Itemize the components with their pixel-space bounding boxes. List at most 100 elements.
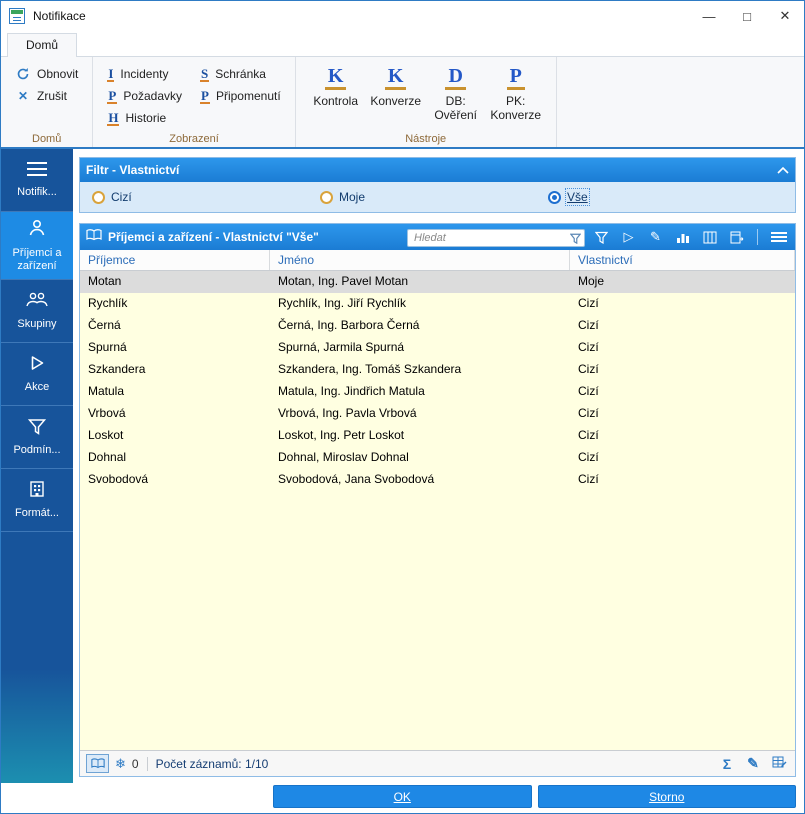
ribbon-group-nastroje: K Kontrola K Konverze D DB: Ověření P PK… — [296, 57, 557, 147]
book-toggle-button[interactable] — [86, 754, 109, 773]
sidebar-item-format[interactable]: Formát... — [1, 469, 73, 533]
table-row[interactable]: Szkandera Szkandera, Ing. Tomáš Szkandera… — [80, 359, 795, 381]
filter-icon — [27, 418, 47, 440]
search-filter-icon[interactable] — [569, 231, 582, 249]
sidebar: Notifik... Příjemci a zařízení Skupiny A… — [1, 149, 73, 783]
pozadavky-icon: P — [107, 87, 118, 104]
chart-icon[interactable] — [672, 228, 693, 246]
pk-konverze-icon: P — [506, 65, 525, 90]
column-header-vlastnictvi[interactable]: Vlastnictví — [570, 250, 795, 270]
table-cell: Moje — [578, 274, 605, 288]
table-row[interactable]: Černá Černá, Ing. Barbora Černá Cizí — [80, 315, 795, 337]
historie-label: Historie — [125, 111, 167, 125]
pripomenuti-button[interactable]: P Připomenutí — [196, 85, 285, 107]
table-cell: Černá — [88, 318, 121, 332]
table-cell: Loskot, Ing. Petr Loskot — [278, 428, 405, 442]
ribbon-group-domu: Obnovit ✕ Zrušit Domů — [1, 57, 94, 147]
window-title: Notifikace — [33, 9, 86, 23]
storno-button[interactable]: Storno — [537, 785, 796, 808]
table-row[interactable]: Loskot Loskot, Ing. Petr Loskot Cizí — [80, 425, 795, 447]
tab-domu[interactable]: Domů — [7, 33, 78, 57]
table-cell: Dohnal — [88, 450, 127, 464]
schranka-button[interactable]: S Schránka — [196, 63, 285, 85]
radio-vse[interactable]: Vše — [548, 188, 776, 206]
ribbon-group-label: Domů — [32, 133, 62, 145]
kontrola-button[interactable]: K Kontrola — [306, 63, 366, 123]
pk-konverze-button[interactable]: P PK: Konverze — [486, 63, 546, 123]
sidebar-item-skupiny[interactable]: Skupiny — [1, 280, 73, 344]
refresh-button[interactable]: Obnovit — [11, 63, 82, 85]
columns-icon[interactable] — [699, 228, 720, 246]
sum-icon[interactable]: Σ — [717, 756, 737, 772]
column-header-prijemce[interactable]: Příjemce — [80, 250, 270, 270]
search-box — [407, 228, 585, 249]
ok-button[interactable]: OK — [273, 785, 532, 808]
sidebar-item-label: Skupiny — [17, 318, 57, 331]
ribbon-group-label: Nástroje — [405, 133, 447, 145]
snowflake-icon[interactable]: ❄ — [115, 756, 126, 772]
cancel-label: Zrušit — [37, 89, 67, 103]
maximize-button[interactable]: □ — [728, 1, 766, 31]
sidebar-item-podminky[interactable]: Podmín... — [1, 406, 73, 470]
table-cell: Rychlík — [88, 296, 128, 310]
menu-icon[interactable] — [768, 228, 789, 246]
table-cell: Motan, Ing. Pavel Motan — [278, 274, 409, 288]
sidebar-item-akce[interactable]: Akce — [1, 343, 73, 407]
snowflake-count: 0 — [131, 756, 139, 771]
grid-edit-icon[interactable] — [769, 756, 789, 772]
konverze-icon: K — [384, 65, 407, 90]
table-row[interactable]: Spurná Spurná, Jarmila Spurná Cizí — [80, 337, 795, 359]
table-row[interactable]: Rychlík Rychlík, Ing. Jiří Rychlík Cizí — [80, 293, 795, 315]
table-panel-header: Příjemci a zařízení - Vlastnictví "Vše" … — [80, 224, 795, 250]
table-row[interactable]: Dohnal Dohnal, Miroslav Dohnal Cizí — [80, 447, 795, 469]
table-row[interactable]: Motan Motan, Ing. Pavel Motan Moje — [80, 271, 795, 293]
minimize-button[interactable]: — — [690, 1, 728, 31]
export-icon[interactable] — [726, 228, 747, 246]
sidebar-item-prijemci-a-zarizeni[interactable]: Příjemci a zařízení — [1, 212, 73, 281]
search-input[interactable] — [407, 229, 585, 247]
table-row[interactable]: Svobodová Svobodová, Jana Svobodová Cizí — [80, 469, 795, 491]
table-cell: Cizí — [578, 362, 599, 376]
schranka-label: Schránka — [215, 67, 266, 81]
filter-panel-header[interactable]: Filtr - Vlastnictví — [80, 158, 795, 182]
table-cell: Cizí — [578, 406, 599, 420]
table-cell: Cizí — [578, 450, 599, 464]
db-overeni-button[interactable]: D DB: Ověření — [426, 63, 486, 123]
table-row[interactable]: Matula Matula, Ing. Jindřich Matula Cizí — [80, 381, 795, 403]
konverze-button[interactable]: K Konverze — [366, 63, 426, 123]
sidebar-item-label: Příjemci a zařízení — [12, 247, 62, 273]
table-row[interactable]: Vrbová Vrbová, Ing. Pavla Vrbová Cizí — [80, 403, 795, 425]
historie-button[interactable]: H Historie — [103, 107, 186, 129]
pozadavky-button[interactable]: P Požadavky — [103, 85, 186, 107]
radio-moje[interactable]: Moje — [320, 190, 548, 204]
table-cell: Rychlík, Ing. Jiří Rychlík — [278, 296, 407, 310]
kontrola-icon: K — [324, 65, 347, 90]
incidenty-button[interactable]: I Incidenty — [103, 63, 186, 85]
pripomenuti-label: Připomenutí — [215, 89, 281, 103]
run-icon[interactable]: ▷ — [618, 228, 639, 246]
column-header-jmeno[interactable]: Jméno — [270, 250, 570, 270]
person-icon — [27, 218, 47, 243]
table-cell: Dohnal, Miroslav Dohnal — [278, 450, 409, 464]
table-cell: Svobodová — [88, 472, 149, 486]
titlebar: Notifikace — □ ✕ — [1, 1, 804, 31]
table-cell: Spurná, Jarmila Spurná — [278, 340, 405, 354]
collapse-chevron-icon[interactable] — [777, 166, 789, 174]
edit-icon[interactable]: ✎ — [743, 755, 763, 772]
close-button[interactable]: ✕ — [766, 1, 804, 31]
cancel-button[interactable]: ✕ Zrušit — [11, 85, 82, 107]
filter-icon[interactable] — [591, 228, 612, 246]
table-cell: Cizí — [578, 384, 599, 398]
filter-panel: Filtr - Vlastnictví Cizí Moje Vše — [79, 157, 796, 213]
table-cell: Cizí — [578, 428, 599, 442]
pripomenuti-icon: P — [200, 87, 210, 104]
sidebar-item-notifikace[interactable]: Notifik... — [1, 149, 73, 212]
incidenty-icon: I — [107, 65, 115, 82]
status-bar: ❄ 0 Počet záznamů: 1/10 Σ ✎ — [80, 750, 795, 776]
edit-icon[interactable]: ✎ — [645, 228, 666, 246]
db-overeni-icon: D — [445, 65, 466, 90]
radio-cizi[interactable]: Cizí — [92, 190, 320, 204]
table-cell: Motan — [88, 274, 122, 288]
table-cell: Loskot — [88, 428, 124, 442]
list-icon — [26, 161, 48, 182]
